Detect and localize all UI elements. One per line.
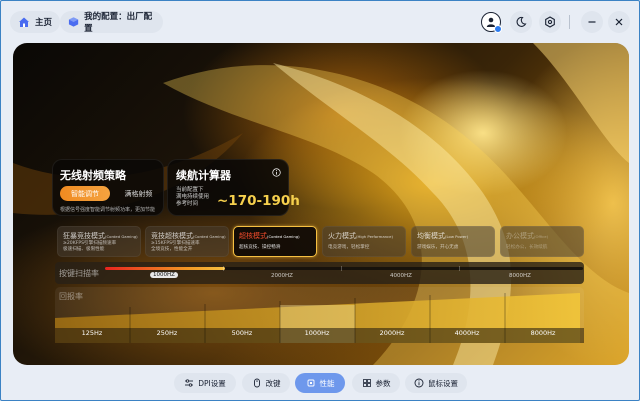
key-scan-rate-label: 按键扫描率 xyxy=(59,269,99,278)
nav-mouse-settings[interactable]: 鼠标设置 xyxy=(405,373,467,393)
mode-card-4[interactable]: 均衡模式(Low Power) 游戏娱乐，开心无虑 xyxy=(411,226,495,257)
mouse-icon xyxy=(253,378,260,388)
report-rate-option-4000[interactable]: 4000Hz xyxy=(455,329,480,337)
config-label: 我的配置：出厂配置 xyxy=(84,12,153,34)
mode-card-5[interactable]: 办公模式(Office) 轻松办公，长效续航 xyxy=(500,226,584,257)
minimize-icon xyxy=(588,21,596,23)
home-button[interactable]: 主页 xyxy=(10,11,60,33)
bottom-nav: DPI设置 改键 性能 参数 鼠标设置 xyxy=(1,369,640,397)
nav-remap[interactable]: 改键 xyxy=(242,373,290,393)
app-window: 主页 我的配置：出厂配置 无线射频策略 智能调节 满格射频 根据信号强度智能调节… xyxy=(0,0,640,401)
home-label: 主页 xyxy=(35,18,53,28)
key-scan-rate-row: 按键扫描率 1000HZ 2000HZ 4000HZ 8000HZ xyxy=(55,262,584,284)
moon-icon xyxy=(516,16,527,27)
mode-card-1[interactable]: 竞技超核模式(Corded Gaming) ≥15KFPS引擎扫描速率 全境竞技，… xyxy=(145,226,229,257)
slider-tick xyxy=(223,266,224,271)
report-rate-option-500[interactable]: 500Hz xyxy=(232,329,253,337)
scan-tick-4000[interactable]: 4000HZ xyxy=(390,273,412,279)
report-rate-option-125[interactable]: 125Hz xyxy=(82,329,103,337)
nav-dpi[interactable]: DPI设置 xyxy=(174,373,236,393)
report-rate-option-1000[interactable]: 1000Hz xyxy=(305,329,330,337)
scan-tick-1000[interactable]: 1000HZ xyxy=(150,272,178,278)
report-rate-panel: 回报率 125Hz 250Hz 500Hz 1000Hz 2000Hz 4000… xyxy=(55,287,584,343)
slider-tick xyxy=(459,266,460,271)
nav-params[interactable]: 参数 xyxy=(352,373,400,393)
key-scan-rate-slider[interactable] xyxy=(105,267,583,270)
avatar[interactable] xyxy=(481,12,502,33)
cube-icon xyxy=(68,17,79,27)
mode-card-2[interactable]: 超核模式(Corded Gaming) 超核竞技、操控畅滑 xyxy=(233,226,317,257)
settings-icon xyxy=(545,16,555,28)
report-rate-label: 回报率 xyxy=(59,292,83,301)
rf-option-smart[interactable]: 智能调节 xyxy=(60,186,110,201)
info-icon[interactable] xyxy=(272,168,281,177)
nav-performance[interactable]: 性能 xyxy=(295,373,345,393)
settings-button[interactable] xyxy=(539,11,561,33)
minimize-button[interactable] xyxy=(581,11,603,33)
scan-tick-2000[interactable]: 2000HZ xyxy=(271,273,293,279)
battery-value: ~170-190h xyxy=(217,193,300,209)
rf-strategy-card: 无线射频策略 智能调节 满格射频 根据信号强度智能调节射频功率，更加节能 xyxy=(52,159,164,216)
slider-tick xyxy=(341,266,342,271)
sliders-icon xyxy=(185,379,194,387)
toolbar-divider xyxy=(569,15,570,29)
info-icon xyxy=(414,378,424,388)
slider-fill xyxy=(105,267,225,270)
close-button[interactable] xyxy=(608,11,630,33)
report-rate-option-8000[interactable]: 8000Hz xyxy=(531,329,556,337)
avatar-status-dot xyxy=(494,25,502,33)
report-rate-option-2000[interactable]: 2000Hz xyxy=(380,329,405,337)
rf-strategy-title: 无线射频策略 xyxy=(60,169,126,182)
rf-option-full[interactable]: 满格射频 xyxy=(116,186,161,201)
report-rate-option-250[interactable]: 250Hz xyxy=(157,329,178,337)
theme-toggle-button[interactable] xyxy=(510,11,532,33)
scan-tick-8000[interactable]: 8000HZ xyxy=(509,273,531,279)
chip-icon xyxy=(307,379,314,387)
rf-strategy-note: 根据信号强度智能调节射频功率，更加节能 xyxy=(60,207,156,213)
battery-calculator-card: 续航计算器 当前配置下 满电持续使用 参考时间 ~170-190h xyxy=(167,159,300,216)
top-bar: 主页 我的配置：出厂配置 xyxy=(1,1,640,43)
home-icon xyxy=(19,17,29,27)
config-button[interactable]: 我的配置：出厂配置 xyxy=(60,11,163,34)
grid-icon xyxy=(362,379,371,387)
battery-note: 当前配置下 满电持续使用 参考时间 xyxy=(176,187,210,207)
close-icon xyxy=(615,18,623,26)
mode-card-0[interactable]: 狂暴竞技模式(Corded Gaming) ≥20KFPS引擎扫描频速率 极速扫描… xyxy=(57,226,141,257)
battery-title: 续航计算器 xyxy=(176,169,231,182)
mode-card-3[interactable]: 火力模式(High Performance) 电竞游戏，轻松掌控 xyxy=(322,226,406,257)
